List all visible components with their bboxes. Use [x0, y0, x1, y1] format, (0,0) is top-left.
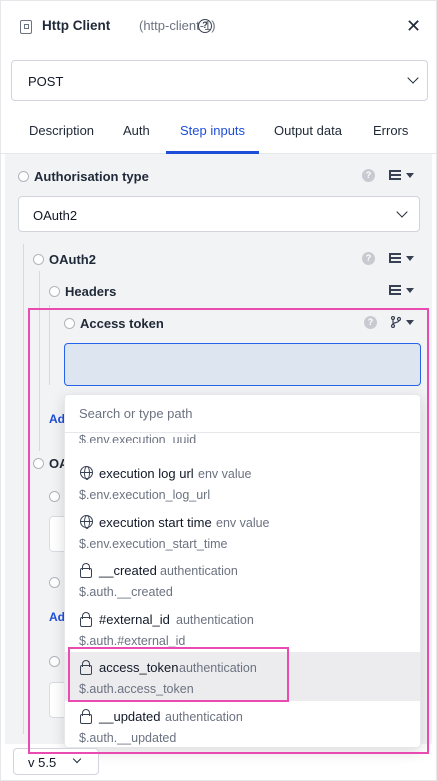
tab-errors[interactable]: Errors [373, 123, 408, 138]
method-value: POST [28, 74, 64, 89]
caret-down-icon[interactable] [406, 256, 414, 261]
highlight-box-access-token-option [68, 647, 289, 702]
authorisation-type-value: OAuth2 [33, 208, 78, 223]
caret-down-icon[interactable] [406, 173, 414, 178]
panel-title: Http Client [42, 18, 111, 33]
chevron-down-icon [407, 72, 419, 84]
caret-down-icon[interactable] [406, 288, 414, 293]
oauth2-radio[interactable] [33, 254, 44, 265]
chevron-down-icon [72, 754, 82, 764]
authorisation-type-label: Authorisation type [34, 169, 149, 184]
tab-description[interactable]: Description [29, 123, 94, 138]
table-view-icon[interactable] [389, 253, 401, 263]
tab-bar: Description Auth Step inputs Output data… [1, 113, 437, 154]
http-client-icon [20, 20, 32, 34]
tree-guide-line [23, 244, 24, 734]
method-select[interactable]: POST [11, 60, 428, 101]
oauth2-label: OAuth2 [49, 252, 96, 267]
table-view-icon[interactable] [389, 285, 401, 295]
authorisation-type-select[interactable]: OAuth2 [18, 196, 420, 232]
panel-header: Http Client (http-client-1) ? ✕ [1, 1, 437, 53]
authorisation-type-radio[interactable] [18, 171, 29, 182]
headers-label: Headers [65, 284, 117, 299]
close-icon[interactable]: ✕ [406, 16, 421, 36]
table-view-icon[interactable] [389, 170, 401, 180]
help-icon[interactable]: ? [362, 252, 375, 265]
help-icon[interactable]: ? [198, 19, 212, 33]
tab-auth[interactable]: Auth [123, 123, 150, 138]
chevron-down-icon [396, 206, 408, 218]
tab-step-inputs[interactable]: Step inputs [180, 123, 245, 138]
headers-radio[interactable] [49, 286, 60, 297]
http-client-panel: Http Client (http-client-1) ? ✕ POST Des… [0, 0, 437, 781]
version-value: v 5.5 [28, 755, 57, 770]
tab-output-data[interactable]: Output data [274, 123, 342, 138]
help-icon[interactable]: ? [362, 169, 375, 182]
